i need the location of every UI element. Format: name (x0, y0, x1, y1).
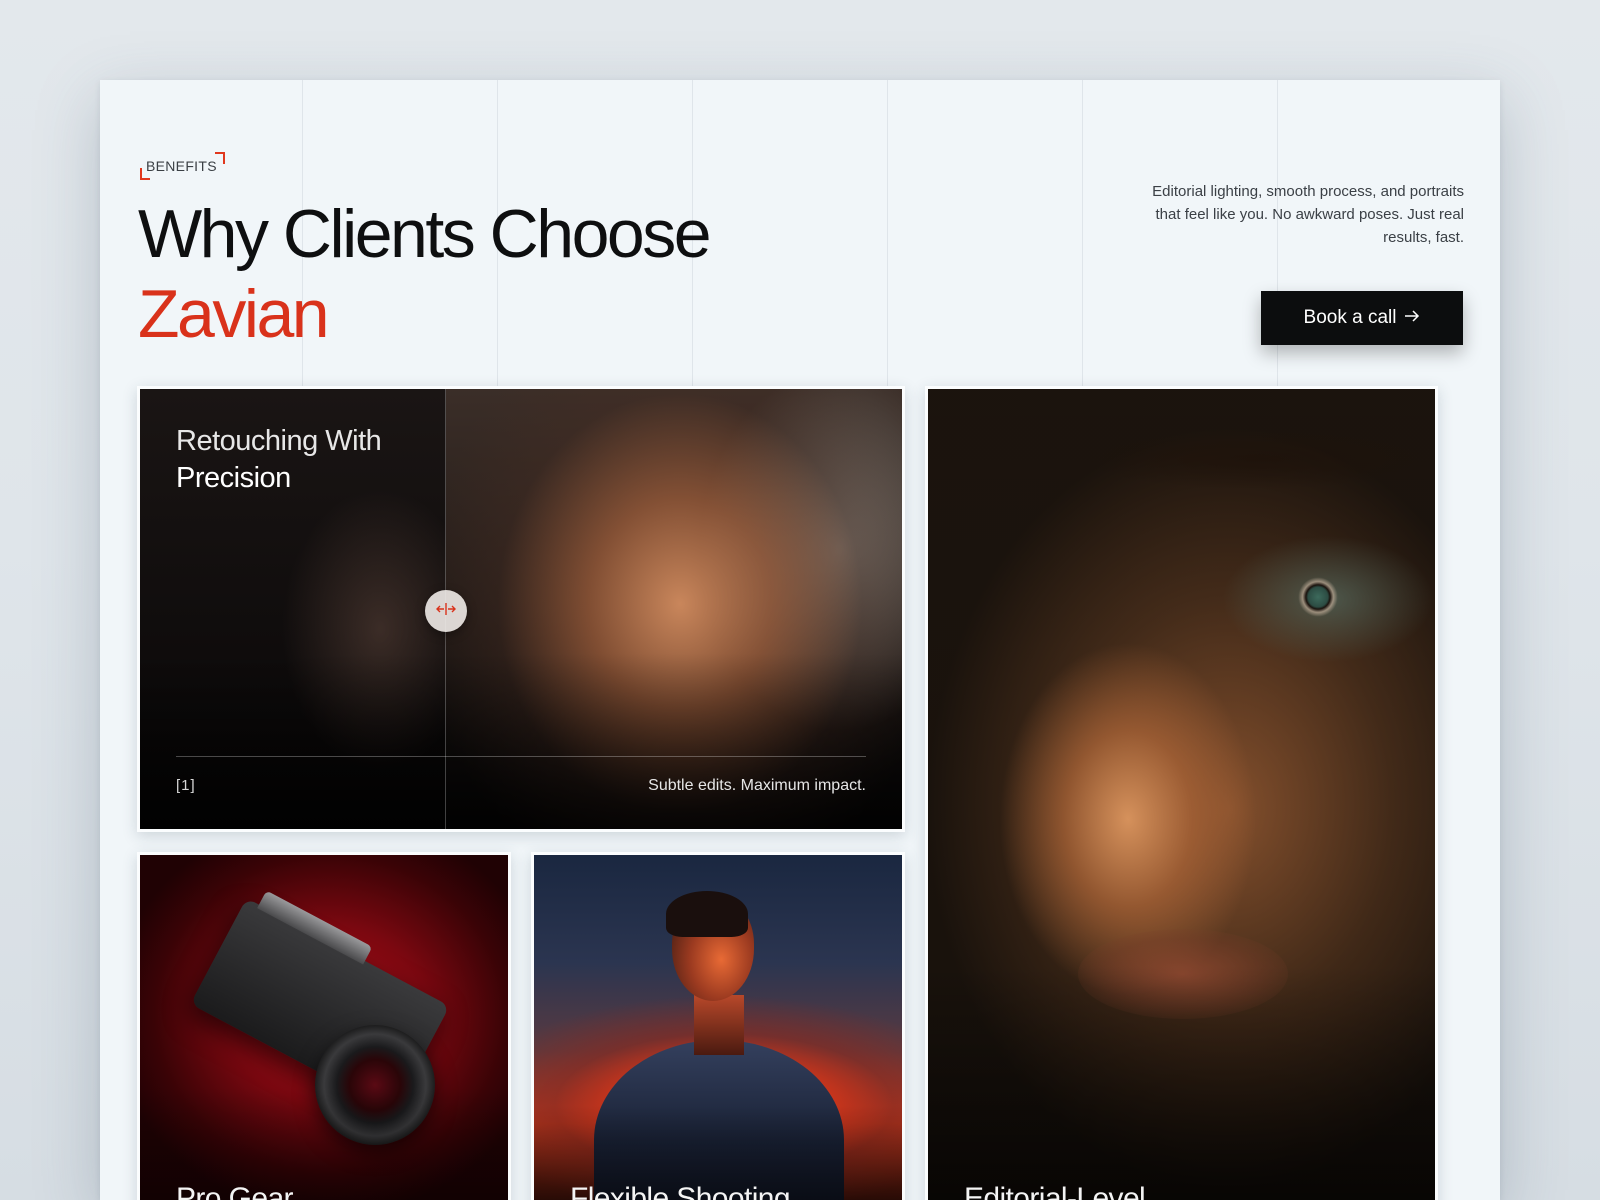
compare-slider-handle[interactable] (425, 590, 467, 632)
page-title: Why Clients Choose Zavian (138, 194, 712, 354)
editorial-card-label: Editorial-Level (964, 1182, 1146, 1200)
title-line-1: Why Clients Choose (138, 196, 712, 272)
retouching-title-line2: Precision (176, 462, 291, 494)
retouching-card: Retouching With Precision [1] Subtle edi… (137, 386, 905, 832)
section-eyebrow: BENEFITS (140, 152, 225, 180)
compare-arrows-icon (435, 602, 457, 621)
grid-line (1082, 80, 1083, 390)
pro-gear-card: Pro Gear (137, 852, 511, 1200)
card-divider-line (176, 756, 866, 757)
flexible-shooting-label: Flexible Shooting (570, 1182, 791, 1200)
retouching-title-line1: Retouching With (176, 425, 382, 457)
flexible-shooting-card: Flexible Shooting (531, 852, 905, 1200)
intro-text: Editorial lighting, smooth process, and … (1152, 183, 1464, 246)
grid-line (887, 80, 888, 390)
retouching-caption: Subtle edits. Maximum impact. (648, 777, 866, 794)
book-a-call-label: Book a call (1303, 307, 1397, 328)
benefits-section: BENEFITS Why Clients Choose Zavian Edito… (100, 80, 1500, 1200)
retouching-title: Retouching With Precision (176, 423, 382, 497)
editorial-card: Editorial-Level (925, 386, 1438, 1200)
pro-gear-label: Pro Gear (176, 1182, 294, 1200)
card-index: [1] (176, 777, 196, 794)
book-a-call-button[interactable]: Book a call (1261, 291, 1463, 345)
title-brand-name: Zavian (138, 276, 330, 352)
arrow-right-icon (1404, 307, 1420, 329)
